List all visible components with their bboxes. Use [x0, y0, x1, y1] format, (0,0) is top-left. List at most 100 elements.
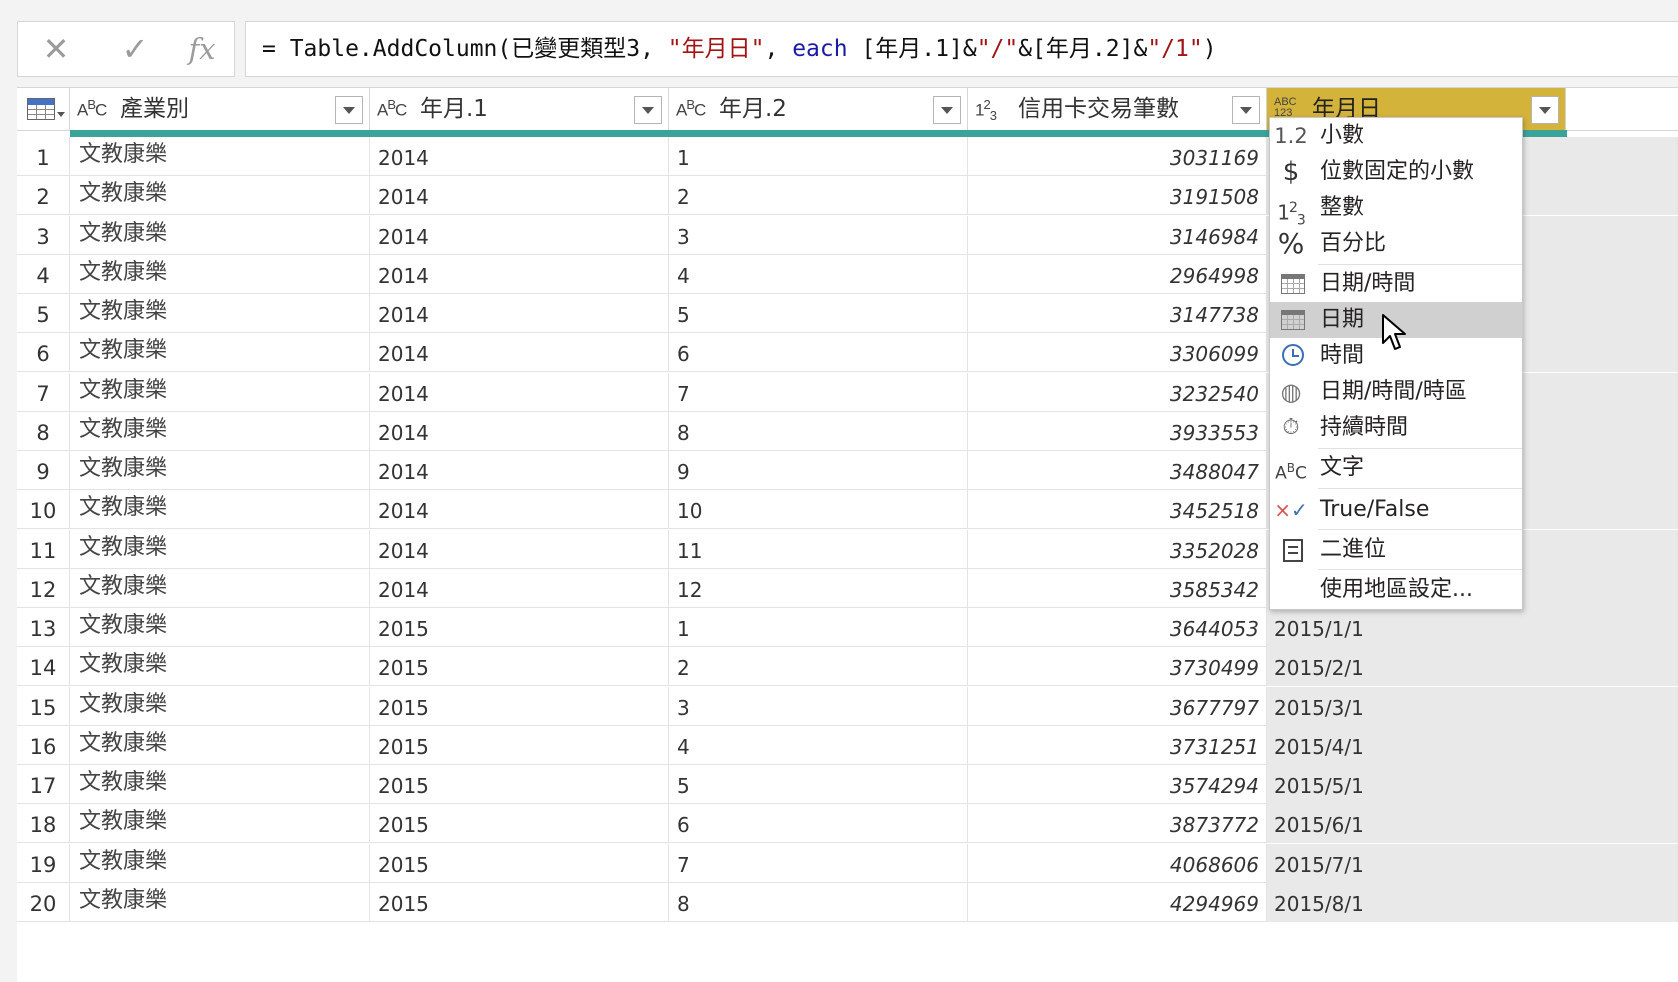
- cell-year[interactable]: 2015: [370, 686, 669, 726]
- cell-month[interactable]: 5: [669, 765, 968, 804]
- cell-count[interactable]: 3731251: [968, 725, 1267, 765]
- cell-industry[interactable]: 文教康樂: [70, 529, 370, 569]
- cell-year[interactable]: 2015: [370, 608, 669, 647]
- cell-industry[interactable]: 文教康樂: [70, 765, 370, 804]
- row-number[interactable]: 9: [17, 451, 70, 490]
- cell-count[interactable]: 3730499: [968, 647, 1267, 687]
- cell-year[interactable]: 2014: [370, 294, 669, 333]
- text-type-icon[interactable]: ABC: [377, 97, 407, 121]
- menu-item-whole-number[interactable]: 123 整數: [1270, 190, 1522, 229]
- menu-item-percentage[interactable]: % 百分比: [1270, 226, 1522, 262]
- row-number[interactable]: 11: [17, 529, 70, 569]
- cell-year[interactable]: 2014: [370, 568, 669, 608]
- menu-item-locale[interactable]: 使用地區設定...: [1270, 572, 1522, 608]
- table-menu-button[interactable]: [17, 88, 70, 130]
- menu-item-binary[interactable]: 二進位: [1270, 532, 1522, 568]
- cell-month[interactable]: 4: [669, 254, 968, 294]
- cell-month[interactable]: 3: [669, 215, 968, 255]
- text-type-icon[interactable]: ABC: [676, 97, 706, 121]
- cell-industry[interactable]: 文教康樂: [70, 254, 370, 294]
- row-number[interactable]: 5: [17, 294, 70, 333]
- menu-item-decimal[interactable]: 1.2 小數: [1270, 118, 1522, 154]
- cell-month[interactable]: 5: [669, 294, 968, 333]
- cell-year[interactable]: 2014: [370, 411, 669, 451]
- cell-month[interactable]: 3: [669, 686, 968, 726]
- row-number[interactable]: 15: [17, 686, 70, 726]
- cell-year[interactable]: 2015: [370, 804, 669, 844]
- cell-date[interactable]: 2015/5/1: [1267, 765, 1678, 804]
- text-type-icon[interactable]: ABC: [77, 97, 107, 121]
- cell-industry[interactable]: 文教康樂: [70, 333, 370, 373]
- cell-industry[interactable]: 文教康樂: [70, 451, 370, 490]
- menu-item-datetime-timezone[interactable]: ◍ 日期/時間/時區: [1270, 374, 1522, 410]
- menu-item-text[interactable]: ABC 文字: [1270, 450, 1522, 486]
- row-number[interactable]: 6: [17, 333, 70, 373]
- cell-year[interactable]: 2015: [370, 725, 669, 765]
- row-number[interactable]: 16: [17, 725, 70, 765]
- cell-industry[interactable]: 文教康樂: [70, 568, 370, 608]
- cell-month[interactable]: 6: [669, 804, 968, 844]
- cell-date[interactable]: 2015/7/1: [1267, 843, 1678, 883]
- cell-count[interactable]: 3147738: [968, 294, 1267, 333]
- cell-date[interactable]: 2015/4/1: [1267, 725, 1678, 765]
- cell-date[interactable]: 2015/1/1: [1267, 608, 1678, 647]
- row-number[interactable]: 7: [17, 372, 70, 412]
- cancel-icon[interactable]: ✕: [37, 30, 75, 68]
- row-number[interactable]: 17: [17, 765, 70, 804]
- cell-year[interactable]: 2014: [370, 215, 669, 255]
- cell-count[interactable]: 3306099: [968, 333, 1267, 373]
- row-number[interactable]: 8: [17, 411, 70, 451]
- cell-month[interactable]: 2: [669, 176, 968, 216]
- column-header-year[interactable]: ABC 年月.1: [370, 88, 669, 130]
- cell-count[interactable]: 3352028: [968, 529, 1267, 569]
- cell-count[interactable]: 3644053: [968, 608, 1267, 647]
- cell-date[interactable]: 2015/2/1: [1267, 647, 1678, 687]
- row-number[interactable]: 12: [17, 568, 70, 608]
- filter-dropdown-button[interactable]: [634, 96, 662, 124]
- cell-industry[interactable]: 文教康樂: [70, 843, 370, 883]
- filter-dropdown-button[interactable]: [933, 96, 961, 124]
- menu-item-true-false[interactable]: ×✓ True/False: [1270, 492, 1522, 528]
- menu-item-datetime[interactable]: 日期/時間: [1270, 266, 1522, 302]
- cell-count[interactable]: 3574294: [968, 765, 1267, 804]
- cell-industry[interactable]: 文教康樂: [70, 176, 370, 216]
- cell-industry[interactable]: 文教康樂: [70, 372, 370, 412]
- cell-year[interactable]: 2014: [370, 137, 669, 176]
- cell-date[interactable]: 2015/6/1: [1267, 804, 1678, 844]
- cell-year[interactable]: 2015: [370, 647, 669, 687]
- cell-count[interactable]: 3873772: [968, 804, 1267, 844]
- cell-month[interactable]: 1: [669, 137, 968, 176]
- row-number[interactable]: 18: [17, 804, 70, 844]
- menu-item-duration[interactable]: ⏱ 持續時間: [1270, 410, 1522, 446]
- cell-year[interactable]: 2015: [370, 765, 669, 804]
- cell-count[interactable]: 3146984: [968, 215, 1267, 255]
- cell-month[interactable]: 8: [669, 882, 968, 922]
- commit-icon[interactable]: ✓: [116, 30, 154, 68]
- cell-industry[interactable]: 文教康樂: [70, 647, 370, 687]
- cell-month[interactable]: 7: [669, 843, 968, 883]
- cell-industry[interactable]: 文教康樂: [70, 725, 370, 765]
- row-number[interactable]: 20: [17, 882, 70, 922]
- cell-month[interactable]: 8: [669, 411, 968, 451]
- cell-month[interactable]: 7: [669, 372, 968, 412]
- cell-year[interactable]: 2015: [370, 843, 669, 883]
- cell-month[interactable]: 9: [669, 451, 968, 490]
- cell-count[interactable]: 3488047: [968, 451, 1267, 490]
- cell-year[interactable]: 2014: [370, 333, 669, 373]
- filter-dropdown-button[interactable]: [1531, 96, 1559, 124]
- cell-count[interactable]: 3677797: [968, 686, 1267, 726]
- column-header-industry[interactable]: ABC 產業別: [70, 88, 370, 130]
- cell-industry[interactable]: 文教康樂: [70, 804, 370, 844]
- cell-date[interactable]: 2015/8/1: [1267, 882, 1678, 922]
- cell-industry[interactable]: 文教康樂: [70, 411, 370, 451]
- cell-year[interactable]: 2014: [370, 529, 669, 569]
- cell-count[interactable]: 2964998: [968, 254, 1267, 294]
- cell-industry[interactable]: 文教康樂: [70, 490, 370, 530]
- cell-industry[interactable]: 文教康樂: [70, 686, 370, 726]
- cell-count[interactable]: 3031169: [968, 137, 1267, 176]
- cell-count[interactable]: 3933553: [968, 411, 1267, 451]
- whole-number-type-icon[interactable]: 123: [975, 97, 997, 123]
- filter-dropdown-button[interactable]: [335, 96, 363, 124]
- row-number[interactable]: 14: [17, 647, 70, 687]
- cell-year[interactable]: 2015: [370, 882, 669, 922]
